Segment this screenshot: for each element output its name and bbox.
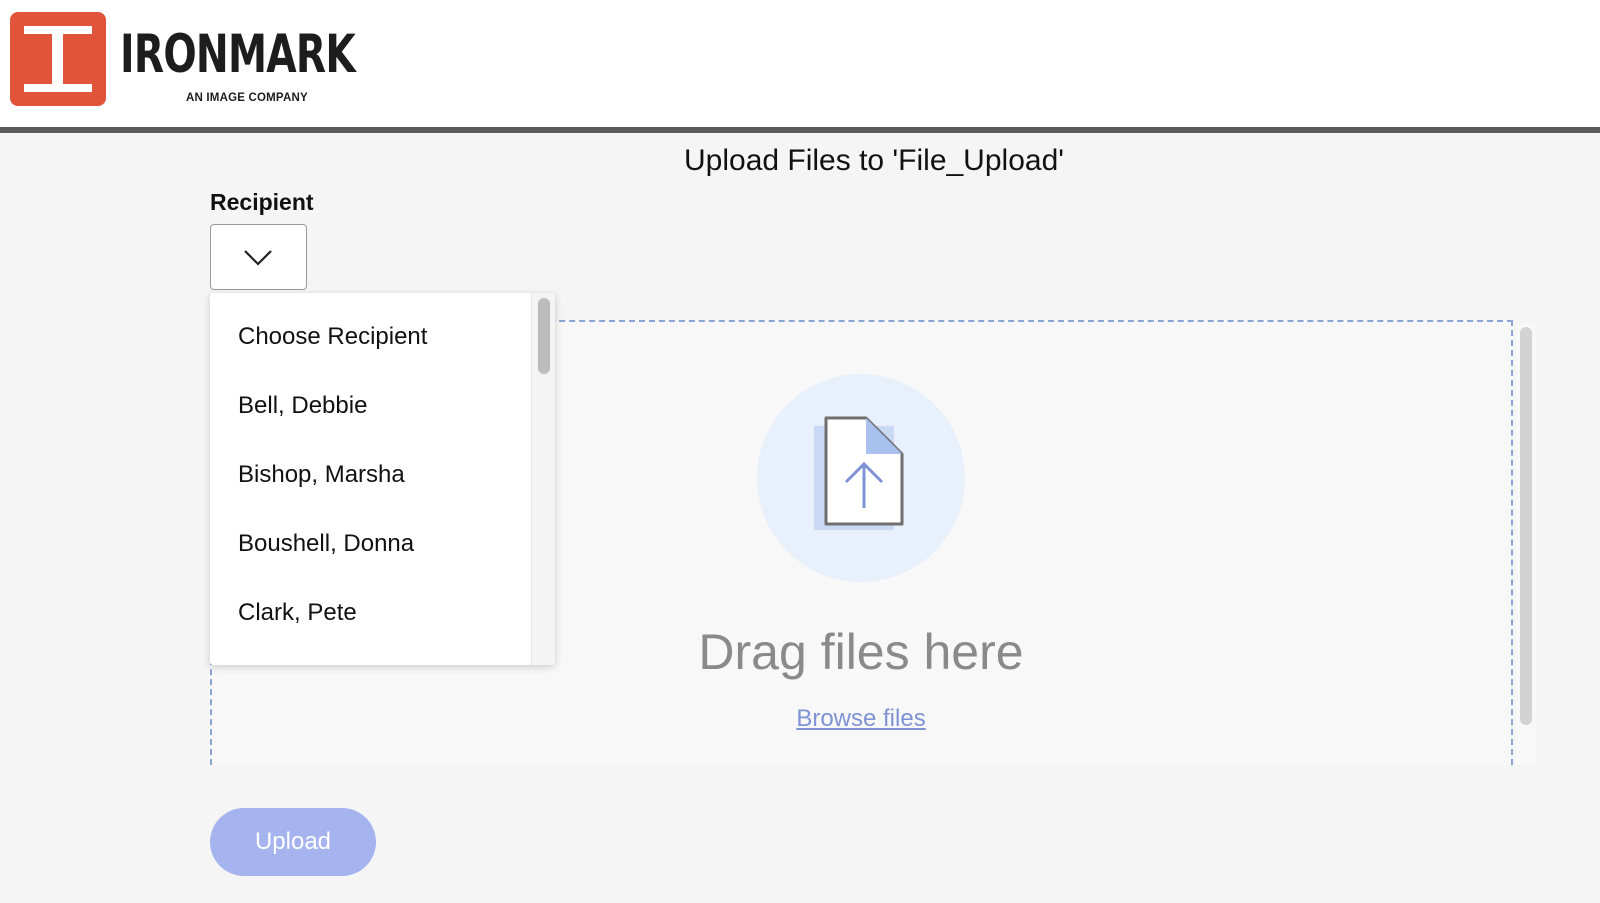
recipient-dropdown-menu: Choose Recipient Bell, Debbie Bishop, Ma… (210, 293, 555, 665)
file-upload-icon (814, 416, 904, 530)
dropdown-scrollbar[interactable] (531, 293, 555, 665)
dropdown-option-bell-debbie[interactable]: Bell, Debbie (210, 371, 530, 440)
chevron-down-icon (244, 250, 272, 266)
recipient-select[interactable] (210, 224, 307, 290)
dropdown-scrollbar-thumb[interactable] (538, 298, 550, 374)
recipient-label: Recipient (210, 189, 314, 215)
upload-button[interactable]: Upload (210, 808, 376, 876)
ironmark-logo-icon (10, 12, 106, 106)
logo-wordmark: IRONMARK (120, 24, 356, 85)
dropdown-option-choose-recipient[interactable]: Choose Recipient (210, 302, 530, 371)
logo-tagline: AN IMAGE COMPANY (186, 92, 308, 104)
dropdown-option-bishop-marsha[interactable]: Bishop, Marsha (210, 440, 530, 509)
header-divider (0, 127, 1600, 133)
recipient-options: Choose Recipient Bell, Debbie Bishop, Ma… (210, 293, 530, 647)
header: IRONMARK AN IMAGE COMPANY (0, 0, 1600, 127)
upload-illustration (757, 374, 965, 582)
browse-files-link[interactable]: Browse files (796, 705, 925, 732)
page-title: Upload Files to 'File_Upload' (684, 144, 1064, 177)
dropdown-option-clark-pete[interactable]: Clark, Pete (210, 578, 530, 647)
dropdown-option-boushell-donna[interactable]: Boushell, Donna (210, 509, 530, 578)
